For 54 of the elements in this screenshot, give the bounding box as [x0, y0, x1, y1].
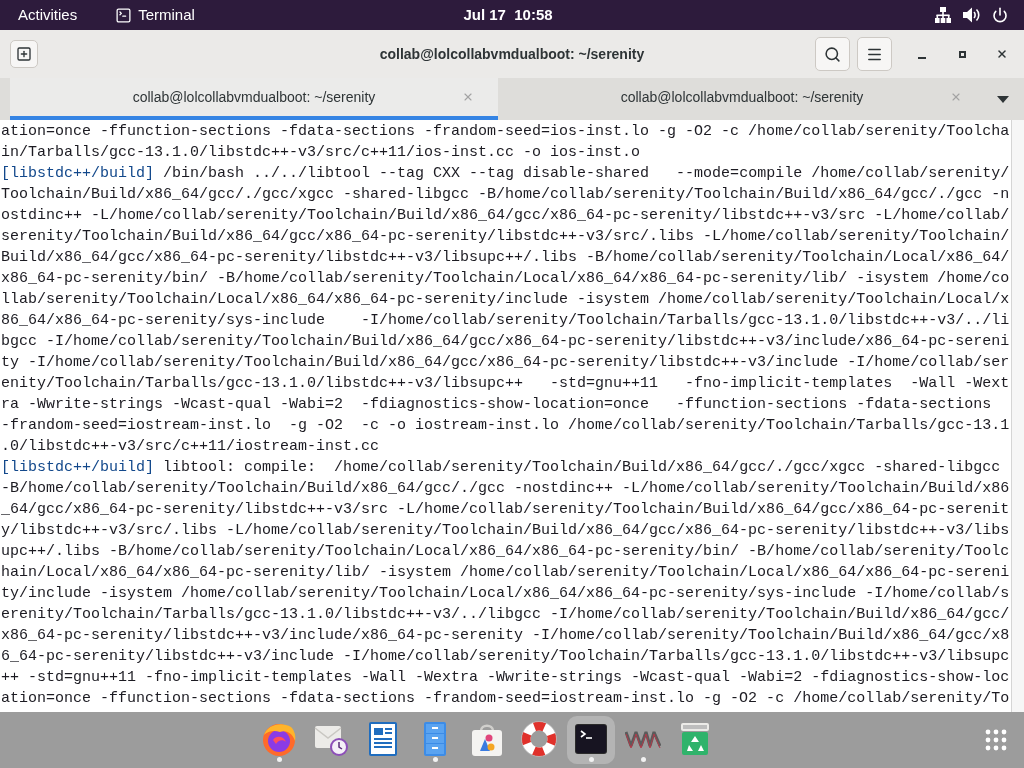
terminal-line: x86_64-pc-serenity/libstdc++-v3/include/x86_64-pc-serenity -I/home/collab/serenity/Toolchain/Build/x86_64/gcc/x8: [1, 626, 1011, 646]
search-icon: [824, 45, 841, 63]
dock-app-button[interactable]: [567, 716, 615, 764]
terminal-line: -B/home/collab/serenity/Toolchain/Build/x86_64/gcc/./gcc -nostdinc++ -L/home/collab/serenity/Toolchain/Build/x86: [1, 479, 1011, 499]
terminal-line: 86_64/x86_64-pc-serenity/sys-include -I/home/collab/serenity/Toolchain/Tarballs/gcc-13.1.0/libstdc++-v3/../li: [1, 311, 1011, 331]
terminal-line: x86_64-pc-serenity/bin/ -B/home/collab/serenity/Toolchain/Local/x86_64/x86_64-pc-serenity/lib/ -isystem /home/co: [1, 269, 1011, 289]
network-icon[interactable]: [935, 7, 951, 23]
tab[interactable]: collab@lolcollabvmdualboot: ~/serenity: [10, 78, 498, 120]
plus-icon: [16, 46, 32, 62]
terminal-line: [libstdc++/build] libtool: compile: /home/collab/serenity/Toolchain/Build/x86_64/gcc/./gcc/xgcc -shared-libgcc: [1, 458, 1002, 478]
terminal-line: ra -Wwrite-strings -Wcast-qual -Wabi=2 -fdiagnostics-show-location=once -ffunction-sections -fdata-sections: [1, 395, 993, 415]
close-icon: [462, 91, 474, 103]
lifebuoy-icon: [521, 721, 557, 757]
new-tab-button[interactable]: [10, 40, 38, 68]
close-icon: [950, 91, 962, 103]
terminal-line: [libstdc++/build] /bin/bash ../../libtool --tag CXX --tag disable-shared --mode=compile /home/collab/serenity/: [1, 164, 1011, 184]
terminal-line: in/Tarballs/gcc-13.1.0/libstdc++-v3/src/c++11/ios-inst.cc -o ios-inst.o: [1, 143, 642, 163]
close-icon: [996, 48, 1008, 60]
app-grid-icon: [985, 729, 1007, 751]
terminal-line: upc++/.libs -B/home/collab/serenity/Toolchain/Local/x86_64/x86_64-pc-serenity/bin/ -B/home/collab/serenity/Toolc: [1, 542, 1011, 562]
terminal-line: llab/serenity/Toolchain/Local/x86_64/x86_64-pc-serenity/include -isystem /home/collab/serenity/Toolchain/Local/x: [1, 290, 1011, 310]
power-icon[interactable]: [992, 7, 1008, 23]
terminal-icon: [573, 721, 609, 757]
caret-icon: [997, 95, 1009, 103]
terminal-line: erenity/Toolchain/Tarballs/gcc-13.1.0/libstdc++-v3/../libgcc -I/home/collab/serenity/Toolchain/Build/x86_64/gcc/: [1, 605, 1011, 625]
terminal-line: serenity/Toolchain/Build/x86_64/gcc/x86_64-pc-serenity/libstdc++-v3/src/.libs -L/home/collab/serenity/Toolchain/: [1, 227, 1011, 247]
terminal-line: .0/libstdc++-v3/src/c++11/iostream-inst.cc: [1, 437, 381, 457]
minimize-icon: [918, 57, 926, 59]
terminal-line: hain/Local/x86_64/x86_64-pc-serenity/lib/ -isystem /home/collab/serenity/Toolchain/Local/x86_64/x86_64-pc-sereni: [1, 563, 1011, 583]
terminal-line: enity/Toolchain/Tarballs/gcc-13.1.0/libstdc++-v3/libsupc++ -std=gnu++11 -fno-implicit-templates -Wall -Wext: [1, 374, 1011, 394]
terminal-line: ty/include -isystem /home/collab/serenity/Toolchain/Local/x86_64/x86_64-pc-serenity/sys-include -I/home/collab/s: [1, 584, 1011, 604]
terminal-line: ostdinc++ -L/home/collab/serenity/Toolchain/Build/x86_64/gcc/x86_64-pc-serenity/libstdc++-v3/src -L/home/collab/: [1, 206, 1011, 226]
clock[interactable]: Jul 17 10:58: [463, 3, 553, 27]
terminal-line: bgcc -I/home/collab/serenity/Toolchain/Build/x86_64/gcc/x86_64-pc-serenity/libstdc++-v3/include/x86_64-pc-sereni: [1, 332, 1011, 352]
terminal-icon: [115, 6, 133, 24]
search-button[interactable]: [815, 37, 850, 71]
app-menu[interactable]: Terminal: [115, 3, 195, 27]
window-title: collab@lolcollabvmdualboot: ~/serenity: [379, 44, 645, 64]
terminal-line: Toolchain/Build/x86_64/gcc/./gcc/xgcc -shared-libgcc -B/home/collab/serenity/Toolchain/Build/x86_64/gcc/./gcc -n: [1, 185, 1011, 205]
terminal-line: ation=once -ffunction-sections -fdata-sections -frandom-seed=iostream-inst.lo -g -O2 -c /home/collab/serenity/To: [1, 689, 1011, 709]
volume-icon[interactable]: [963, 7, 980, 23]
orb-icon: [261, 721, 297, 757]
terminal-line: 6_64-pc-serenity/libstdc++-v3/include -I/home/collab/serenity/Toolchain/Tarballs/gcc-13.1.0/libstdc++-v3/libsupc: [1, 647, 1011, 667]
terminal-line: ation=once -ffunction-sections -fdata-sections -frandom-seed=ios-inst.lo -g -O2 -c /home/collab/serenity/Toolcha: [1, 122, 1011, 142]
terminal-line: Build/x86_64/gcc/x86_64-pc-serenity/libstdc++-v3/libsupc++/.libs -B/home/collab/serenity/Toolchain/Local/x86_64/: [1, 248, 1011, 268]
terminal-line: ty -I/home/collab/serenity/Toolchain/Build/x86_64/gcc/x86_64-pc-serenity/libstdc++-v3/include -I/home/collab/ser: [1, 353, 1011, 373]
terminal-line: y/libstdc++-v3/src/.libs -L/home/collab/serenity/Toolchain/Build/x86_64/gcc/x86_64-pc-serenity/libstdc++-v3/libs: [1, 521, 1011, 541]
activities-button[interactable]: Activities: [8, 3, 88, 27]
scrollbar-track[interactable]: [1011, 120, 1024, 712]
maximize-icon: [958, 50, 966, 58]
terminal-line: ++ -std=gnu++11 -fno-implicit-templates -Wall -Wextra -Wwrite-strings -Wcast-qual -Wabi=2 -fdiagnostics-show-loc: [1, 668, 1011, 688]
menu-button[interactable]: [857, 37, 892, 71]
terminal-line: -frandom-seed=iostream-inst.lo -g -O2 -c -o iostream-inst.lo /home/collab/serenity/Toolchain/Tarballs/gcc-13.1: [1, 416, 1011, 436]
terminal-line: _64/gcc/x86_64-pc-serenity/libstdc++-v3/src -L/home/collab/serenity/Toolchain/Build/x86_64/gcc/x86_64-pc-serenit: [1, 500, 1011, 520]
